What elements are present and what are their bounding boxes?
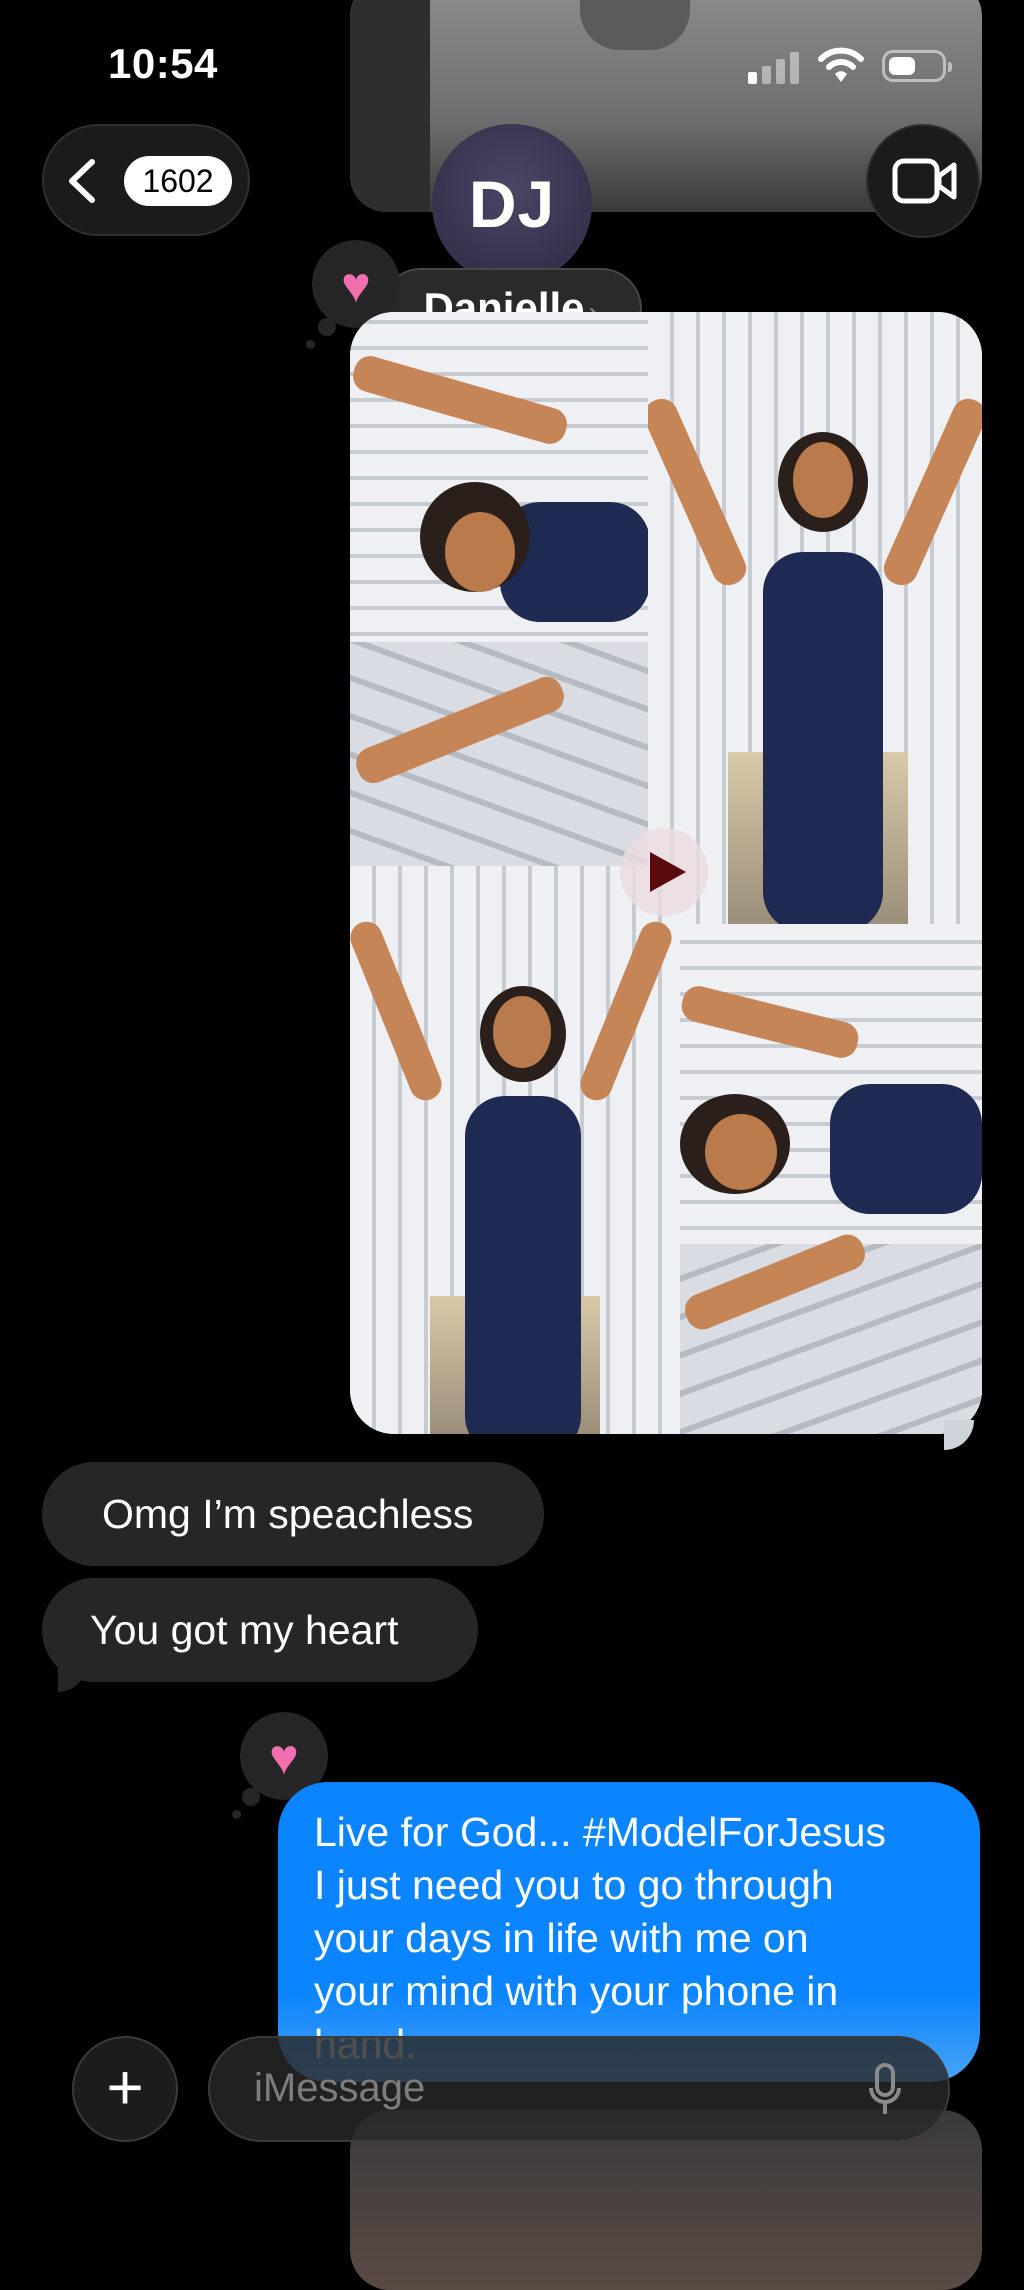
incoming-message[interactable]: Omg I’m speachless [42, 1462, 544, 1566]
back-button[interactable]: 1602 [42, 124, 250, 236]
message-line: I just need you to go through [314, 1862, 834, 1908]
incoming-message[interactable]: You got my heart [42, 1578, 478, 1682]
bubble-tail [58, 1664, 86, 1692]
heart-icon: ♥ [341, 257, 371, 313]
play-icon [650, 852, 686, 892]
collage-photo [350, 866, 680, 1434]
tapback-tail-dot [306, 340, 315, 349]
collage-photo [648, 312, 982, 924]
media-figure [580, 0, 690, 50]
unread-count-badge: 1602 [124, 156, 232, 206]
plus-icon: + [106, 2051, 144, 2123]
collage-photo [350, 312, 648, 866]
tapback-tail-dot [232, 1810, 241, 1819]
battery-nub [948, 62, 952, 72]
wifi-icon [818, 47, 864, 82]
video-camera-icon [892, 158, 957, 204]
status-time: 10:54 [108, 40, 218, 87]
photo-collage-attachment[interactable] [350, 312, 982, 1434]
play-button[interactable] [620, 828, 708, 916]
microphone-icon[interactable] [868, 2062, 902, 2118]
bubble-tail [944, 1420, 974, 1450]
message-line: Live for God... #ModelForJesus [314, 1809, 886, 1855]
message-input-placeholder: iMessage [254, 2066, 426, 2110]
message-line: your mind with your phone in [314, 1968, 839, 2014]
cellular-signal-icon [748, 50, 800, 84]
battery-level [889, 57, 915, 75]
media-shadow [350, 0, 430, 212]
facetime-button[interactable] [866, 124, 980, 238]
battery-icon [882, 50, 952, 82]
contact-avatar[interactable]: DJ [432, 124, 592, 284]
heart-icon: ♥ [269, 1729, 299, 1785]
message-line: your days in life with me on [314, 1915, 809, 1961]
collage-photo [680, 924, 982, 1434]
add-attachment-button[interactable]: + [72, 2036, 178, 2142]
chevron-left-icon [69, 159, 95, 203]
message-input[interactable]: iMessage [208, 2036, 950, 2142]
